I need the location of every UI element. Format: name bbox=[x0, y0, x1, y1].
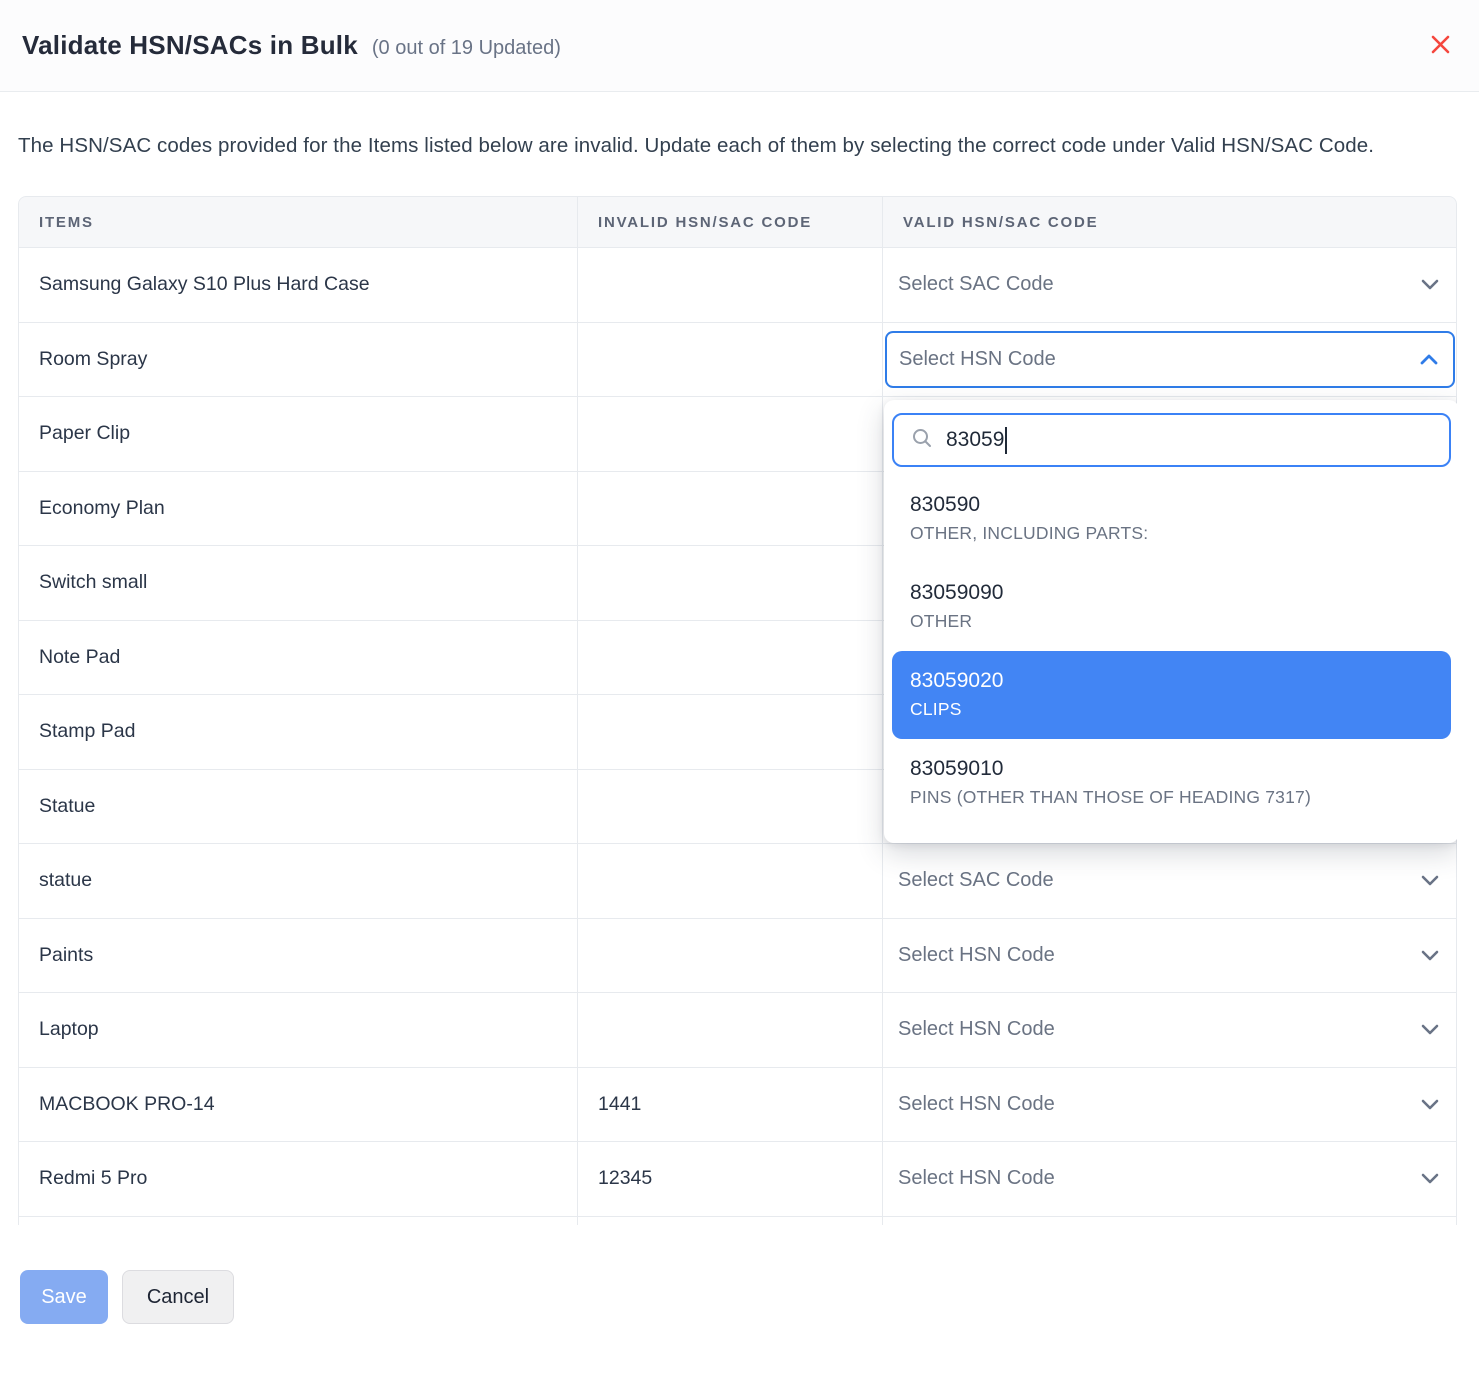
invalid-code-cell bbox=[577, 397, 882, 472]
hsn-search-input[interactable]: 83059 bbox=[892, 413, 1451, 467]
column-header-valid-code: VALID HSN/SAC CODE bbox=[882, 196, 1457, 248]
hsn-option-highlighted[interactable]: 83059020 CLIPS bbox=[892, 651, 1451, 739]
valid-code-select[interactable]: Select HSN Code bbox=[883, 919, 1456, 993]
table-row: Redmi 5 Pro 12345 Select HSN Code bbox=[18, 1142, 1457, 1217]
table-row: MACBOOK PRO-14 1441 Select HSN Code bbox=[18, 1068, 1457, 1143]
hsn-code-dropdown-panel: 83059 830590 OTHER, INCLUDING PARTS: 830… bbox=[884, 400, 1457, 843]
valid-code-select[interactable]: Select SAC Code bbox=[883, 844, 1456, 918]
title-wrap: Validate HSN/SACs in Bulk (0 out of 19 U… bbox=[22, 30, 561, 61]
close-icon bbox=[1429, 33, 1452, 59]
close-button[interactable] bbox=[1423, 29, 1457, 63]
modal-header: Validate HSN/SACs in Bulk (0 out of 19 U… bbox=[0, 0, 1479, 92]
option-code: 83059090 bbox=[910, 578, 1433, 608]
item-name: Switch small bbox=[18, 546, 577, 621]
item-name: Samsung Galaxy S10 Plus Hard Case bbox=[18, 248, 577, 323]
invalid-code-cell bbox=[577, 919, 882, 994]
valid-code-select[interactable]: Select HSN Code bbox=[883, 993, 1456, 1067]
item-name: Stamp Pad bbox=[18, 695, 577, 770]
modal-description: The HSN/SAC codes provided for the Items… bbox=[18, 125, 1448, 166]
invalid-code-cell bbox=[577, 621, 882, 696]
save-button[interactable]: Save bbox=[20, 1270, 108, 1324]
chevron-down-icon bbox=[1421, 1018, 1439, 1041]
column-header-items: ITEMS bbox=[18, 196, 577, 248]
hsn-table-wrap: ITEMS INVALID HSN/SAC CODE VALID HSN/SAC… bbox=[18, 196, 1457, 1225]
select-placeholder: Select HSN Code bbox=[898, 1167, 1055, 1190]
invalid-code-cell bbox=[577, 323, 882, 398]
table-row: Laptop Select HSN Code bbox=[18, 993, 1457, 1068]
item-name: Room Spray bbox=[18, 323, 577, 398]
hsn-options-list: 830590 OTHER, INCLUDING PARTS: 83059090 … bbox=[884, 475, 1457, 827]
invalid-code-cell bbox=[577, 844, 882, 919]
valid-code-select[interactable]: Select HSN Code bbox=[883, 1142, 1456, 1216]
select-placeholder: Select SAC Code bbox=[898, 869, 1054, 892]
valid-code-select[interactable]: Select HSN Code bbox=[883, 1068, 1456, 1142]
column-header-invalid-code: INVALID HSN/SAC CODE bbox=[577, 196, 882, 248]
option-code: 83059010 bbox=[910, 754, 1433, 784]
chevron-down-icon bbox=[1421, 944, 1439, 967]
table-header-row: ITEMS INVALID HSN/SAC CODE VALID HSN/SAC… bbox=[18, 196, 1457, 248]
invalid-code-cell: 1441 bbox=[577, 1068, 882, 1143]
table-row: statue Select SAC Code bbox=[18, 844, 1457, 919]
valid-code-select[interactable]: Select SAC Code bbox=[883, 248, 1456, 322]
invalid-code-cell bbox=[577, 770, 882, 845]
item-name: Note Pad bbox=[18, 621, 577, 696]
table-row: Samsung Galaxy S10 Plus Hard Case Select… bbox=[18, 248, 1457, 323]
chevron-down-icon bbox=[1421, 1093, 1439, 1116]
page-title: Validate HSN/SACs in Bulk bbox=[22, 30, 358, 61]
item-name: Statue bbox=[18, 770, 577, 845]
text-caret bbox=[1005, 427, 1007, 454]
select-placeholder: Select HSN Code bbox=[898, 1018, 1055, 1041]
cancel-button[interactable]: Cancel bbox=[122, 1270, 234, 1324]
item-name: MACBOOK PRO-14 bbox=[18, 1068, 577, 1143]
select-placeholder: Select HSN Code bbox=[899, 348, 1056, 371]
chevron-down-icon bbox=[1421, 869, 1439, 892]
invalid-code-cell bbox=[577, 695, 882, 770]
item-name: Economy Plan bbox=[18, 472, 577, 547]
modal-footer: Save Cancel bbox=[20, 1270, 1479, 1324]
table-row-clipped bbox=[18, 1217, 1457, 1226]
option-code: 830590 bbox=[910, 490, 1433, 520]
invalid-code-cell bbox=[577, 546, 882, 621]
option-description: PINS (OTHER THAN THOSE OF HEADING 7317) bbox=[910, 784, 1433, 811]
table-row: Room Spray Select HSN Code bbox=[18, 323, 1457, 398]
item-name: Redmi 5 Pro bbox=[18, 1142, 577, 1217]
hsn-option[interactable]: 83059010 PINS (OTHER THAN THOSE OF HEADI… bbox=[884, 739, 1457, 827]
select-placeholder: Select HSN Code bbox=[898, 944, 1055, 967]
item-name: statue bbox=[18, 844, 577, 919]
hsn-option[interactable]: 83059090 OTHER bbox=[884, 563, 1457, 651]
item-name: Paints bbox=[18, 919, 577, 994]
item-name: Laptop bbox=[18, 993, 577, 1068]
search-value: 83059 bbox=[946, 428, 1004, 452]
option-description: OTHER, INCLUDING PARTS: bbox=[910, 520, 1433, 547]
chevron-down-icon bbox=[1421, 1167, 1439, 1190]
search-icon bbox=[911, 427, 933, 454]
select-placeholder: Select HSN Code bbox=[898, 1093, 1055, 1116]
option-code: 83059020 bbox=[910, 666, 1433, 696]
option-description: OTHER bbox=[910, 608, 1433, 635]
chevron-up-icon bbox=[1420, 348, 1438, 371]
invalid-code-cell bbox=[577, 472, 882, 547]
hsn-option[interactable]: 830590 OTHER, INCLUDING PARTS: bbox=[884, 475, 1457, 563]
select-placeholder: Select SAC Code bbox=[898, 273, 1054, 296]
valid-code-select-open[interactable]: Select HSN Code bbox=[885, 331, 1455, 388]
item-name: Paper Clip bbox=[18, 397, 577, 472]
updated-counter: (0 out of 19 Updated) bbox=[372, 37, 561, 60]
invalid-code-cell bbox=[577, 248, 882, 323]
option-description: CLIPS bbox=[910, 696, 1433, 723]
invalid-code-cell bbox=[577, 993, 882, 1068]
validate-hsn-modal: Validate HSN/SACs in Bulk (0 out of 19 U… bbox=[0, 0, 1479, 1385]
chevron-down-icon bbox=[1421, 273, 1439, 296]
invalid-code-cell: 12345 bbox=[577, 1142, 882, 1217]
table-row: Paints Select HSN Code bbox=[18, 919, 1457, 994]
